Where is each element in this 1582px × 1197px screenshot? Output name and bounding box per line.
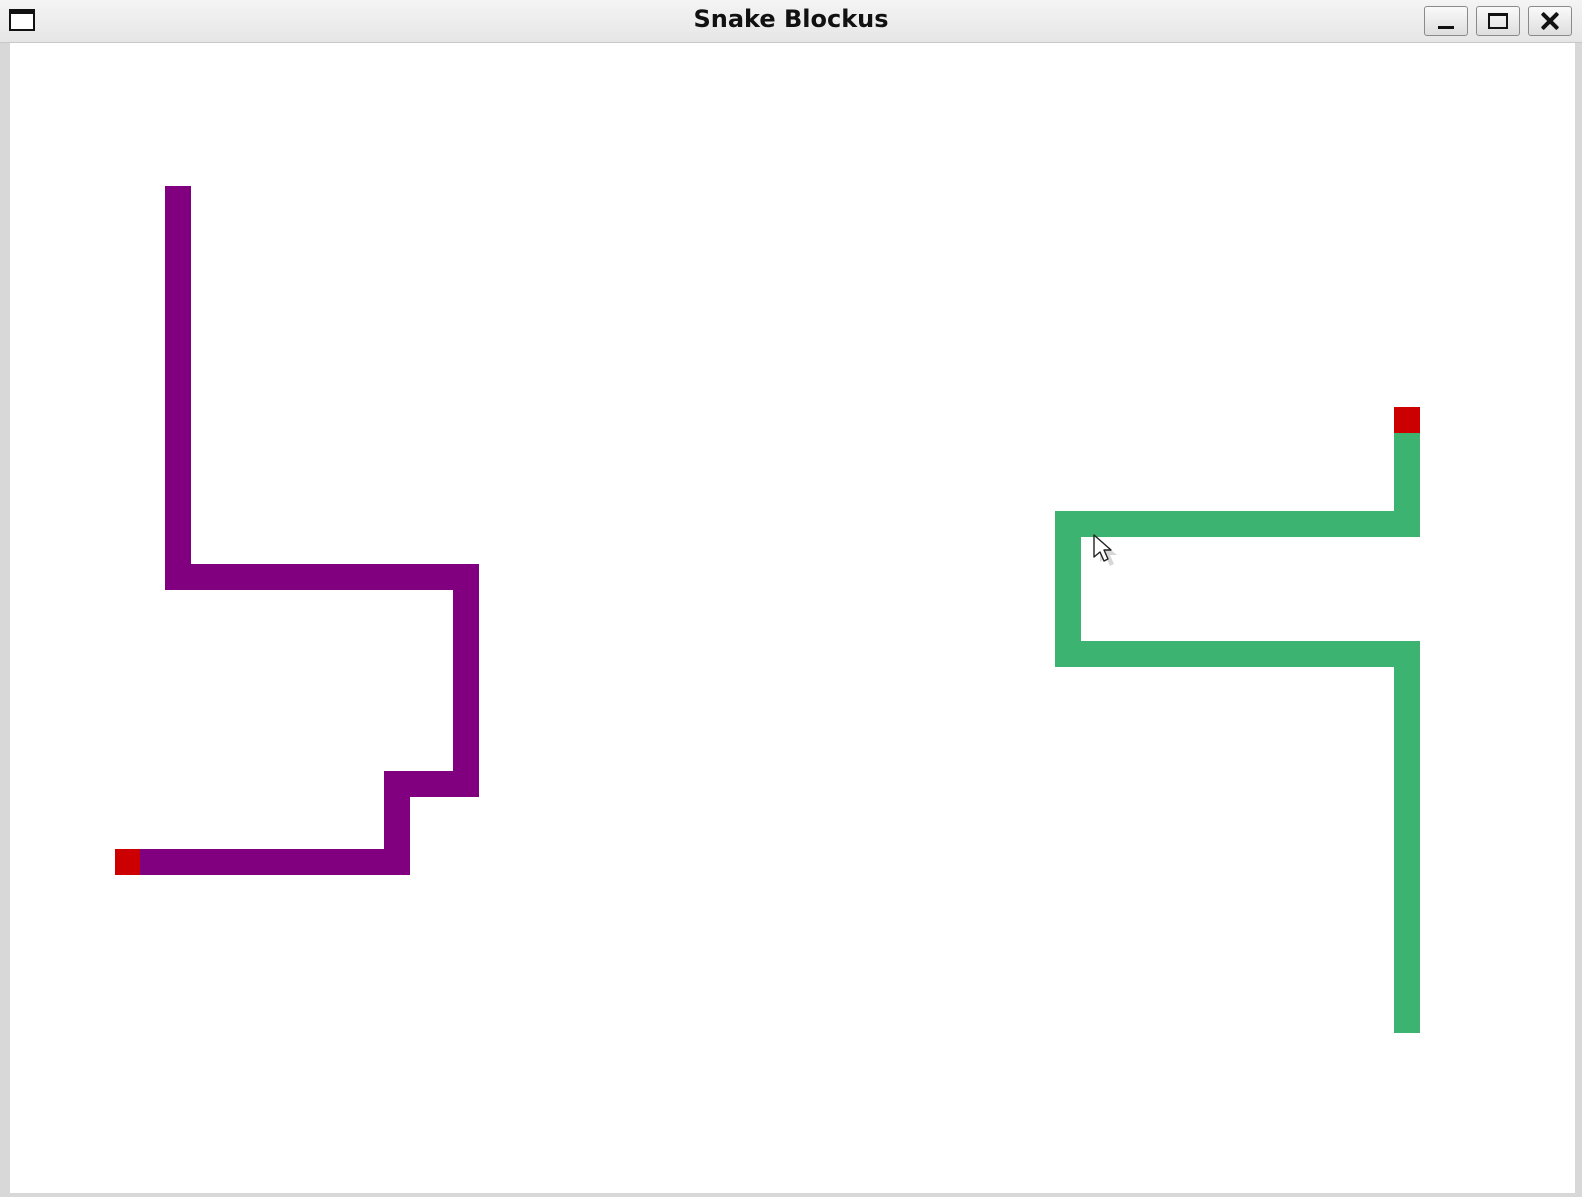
purple-snake <box>125 186 479 875</box>
game-layer <box>115 186 1420 1033</box>
purple-snake-head <box>115 849 140 875</box>
game-window: Snake Blockus <box>0 0 1582 1197</box>
mouse-pointer-icon <box>1093 534 1117 566</box>
green-snake <box>1055 420 1420 1033</box>
green-snake-head <box>1394 407 1420 433</box>
